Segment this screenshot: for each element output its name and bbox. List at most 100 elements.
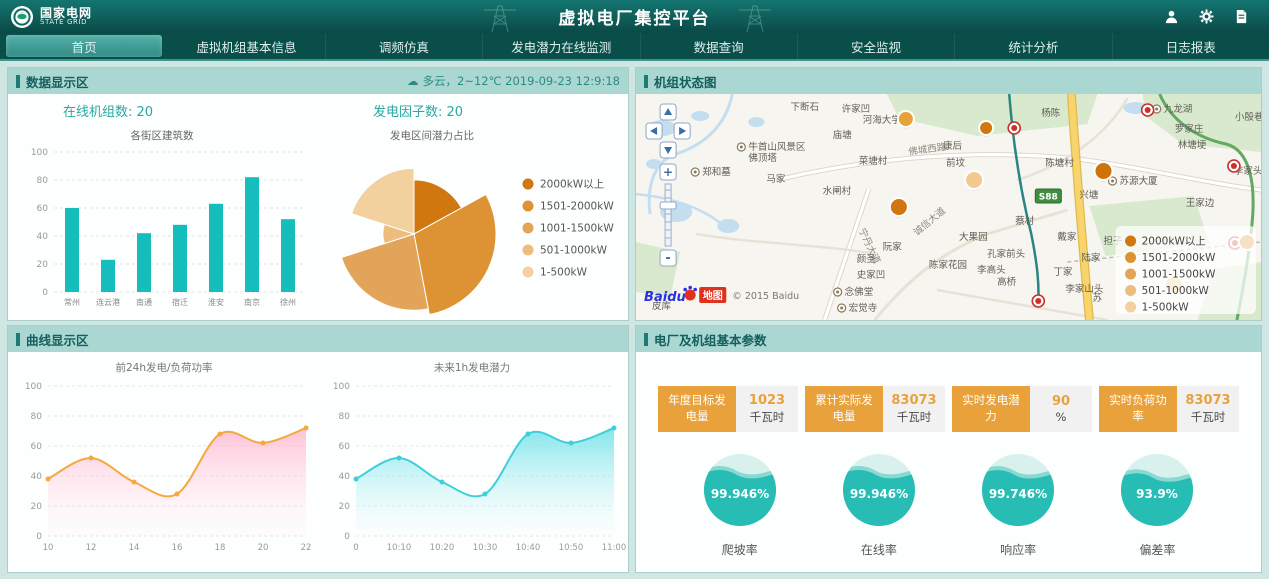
panel-title: 电厂及机组基本参数	[654, 330, 767, 349]
stat-card-value: 83073千瓦时	[883, 386, 945, 432]
data-point	[89, 456, 94, 461]
bar	[101, 260, 115, 292]
x-tick-label: 10	[43, 543, 54, 553]
stat-card-2: 累计实际发电量83073千瓦时	[805, 386, 945, 432]
unit-marker[interactable]	[1094, 162, 1112, 180]
bar	[173, 225, 187, 292]
map-label: 苏源大厦	[1120, 175, 1159, 187]
unit-marker[interactable]	[890, 198, 908, 216]
report-document-icon[interactable]	[1234, 9, 1249, 24]
dashboard-grid: 数据显示区 ☁ 多云，2~12℃ 2019-09-23 12:9:18 在线机组…	[0, 61, 1269, 579]
x-tick-label: 12	[86, 543, 97, 553]
area-chart-last24h: 前24h发电/负荷功率02040608010010121416182022	[10, 356, 318, 568]
panel-curves-body: 前24h发电/负荷功率02040608010010121416182022 未来…	[8, 352, 628, 572]
legend-label: 1-500kW	[540, 267, 588, 279]
x-tick-label: 淮安	[208, 297, 224, 307]
unit-marker[interactable]	[898, 111, 914, 127]
gauge-value: 99.946%	[710, 487, 768, 501]
map-legend-dot	[1125, 285, 1136, 296]
user-icon[interactable]	[1164, 9, 1179, 24]
data-point	[569, 441, 574, 446]
y-tick-label: 0	[36, 532, 42, 542]
map-label: 马家	[766, 173, 786, 185]
nav-tab-2[interactable]: 虚拟机组基本信息	[168, 33, 325, 59]
map-legend-dot	[1125, 302, 1136, 313]
y-tick-label: 60	[37, 204, 49, 214]
nav-tab-8[interactable]: 日志报表	[1113, 33, 1269, 59]
panel-accent-bar	[16, 333, 20, 346]
map-canvas[interactable]: 下断石许家凹庙塘河海大学杨陈九龙湖小殷巷罗家庄林塘埂牛首山风景区佛顶塔郑和墓菜塘…	[636, 94, 1261, 320]
gauge-value: 99.746%	[989, 487, 1047, 501]
map-label: 王家边	[1186, 197, 1215, 209]
panel-data-display-body: 在线机组数: 20发电因子数: 20 各街区建筑数020406080100常州连…	[8, 94, 628, 320]
y-tick-label: 0	[344, 532, 350, 542]
unit-marker[interactable]	[965, 171, 983, 189]
nav-tab-3[interactable]: 调频仿真	[326, 33, 483, 59]
pie-slice	[341, 234, 428, 310]
map-label: 九龙湖	[1164, 103, 1193, 115]
gauge-label: 爬坡率	[722, 541, 758, 558]
area-fill	[48, 428, 306, 536]
chart-title: 各街区建筑数	[131, 129, 194, 142]
y-tick-label: 80	[37, 176, 49, 186]
data-point	[218, 432, 223, 437]
stat-card-number: 90	[1052, 394, 1070, 409]
stat-card-unit: 千瓦时	[750, 409, 785, 425]
stat-card-4: 实时负荷功率83073千瓦时	[1099, 386, 1239, 432]
map-label: 下断石	[790, 101, 819, 113]
x-tick-label: 连云港	[96, 297, 120, 307]
y-tick-label: 40	[31, 472, 43, 482]
y-tick-label: 80	[339, 412, 351, 422]
poi-icon-dot	[740, 146, 743, 149]
map-label: 林塘埂	[1178, 139, 1207, 151]
x-tick-label: 16	[172, 543, 183, 553]
map-label: 前坟	[946, 157, 966, 169]
map-label: 许家凹	[842, 103, 871, 115]
x-tick-label: 22	[301, 543, 312, 553]
legend-dot	[523, 179, 534, 190]
x-tick-label: 南京	[244, 297, 260, 307]
map-zoom-slider-knob[interactable]	[660, 202, 676, 209]
map-legend-label: 1001-1500kW	[1142, 269, 1216, 281]
map-label: 李高头	[977, 264, 1006, 276]
panel-unit-status: 机组状态图	[636, 68, 1261, 320]
map-legend-label: 501-1000kW	[1142, 285, 1210, 297]
poi-icon-dot	[840, 307, 843, 310]
poi-icon-dot	[694, 171, 697, 174]
x-tick-label: 宿迁	[172, 297, 188, 307]
nav-tab-5[interactable]: 数据查询	[641, 33, 798, 59]
weather-cloud-icon: ☁	[407, 74, 419, 88]
unit-marker[interactable]	[979, 121, 993, 135]
stat-1: 在线机组数: 20	[8, 101, 318, 120]
x-tick-label: 20	[258, 543, 269, 553]
poi-icon-dot	[1155, 108, 1158, 111]
map-label: 蔡村	[1015, 215, 1035, 227]
nav-tab-6[interactable]: 安全监视	[798, 33, 955, 59]
panel-unit-status-header: 机组状态图	[636, 68, 1261, 94]
panel-data-display-header: 数据显示区 ☁ 多云，2~12℃ 2019-09-23 12:9:18	[8, 68, 628, 94]
legend-dot	[523, 245, 534, 256]
baidu-paw-toe	[693, 288, 697, 292]
y-tick-label: 40	[339, 472, 351, 482]
nav-tab-1[interactable]: 首页	[6, 35, 162, 57]
data-point	[304, 426, 309, 431]
poi-icon-dot	[1111, 180, 1114, 183]
map-zoom-slider-track[interactable]	[665, 184, 671, 246]
data-point	[354, 477, 359, 482]
metro-station-icon-core	[1011, 125, 1017, 131]
settings-gear-icon[interactable]	[1199, 9, 1214, 24]
legend-dot	[523, 223, 534, 234]
map-label: 念佛堂	[845, 286, 874, 298]
nav-tab-4[interactable]: 发电潜力在线监测	[483, 33, 640, 59]
map-label: 苏	[1092, 292, 1102, 304]
map-label: 颜圣	[857, 253, 877, 265]
y-tick-label: 80	[31, 412, 43, 422]
y-tick-label: 60	[339, 442, 351, 452]
chart-title: 未来1h发电潜力	[434, 361, 510, 374]
x-tick-label: 南通	[136, 297, 152, 307]
bar	[245, 177, 259, 292]
data-point	[261, 441, 266, 446]
weather-status: ☁ 多云，2~12℃ 2019-09-23 12:9:18	[407, 73, 620, 89]
nav-tab-7[interactable]: 统计分析	[955, 33, 1112, 59]
map-label: 高桥	[997, 276, 1017, 288]
